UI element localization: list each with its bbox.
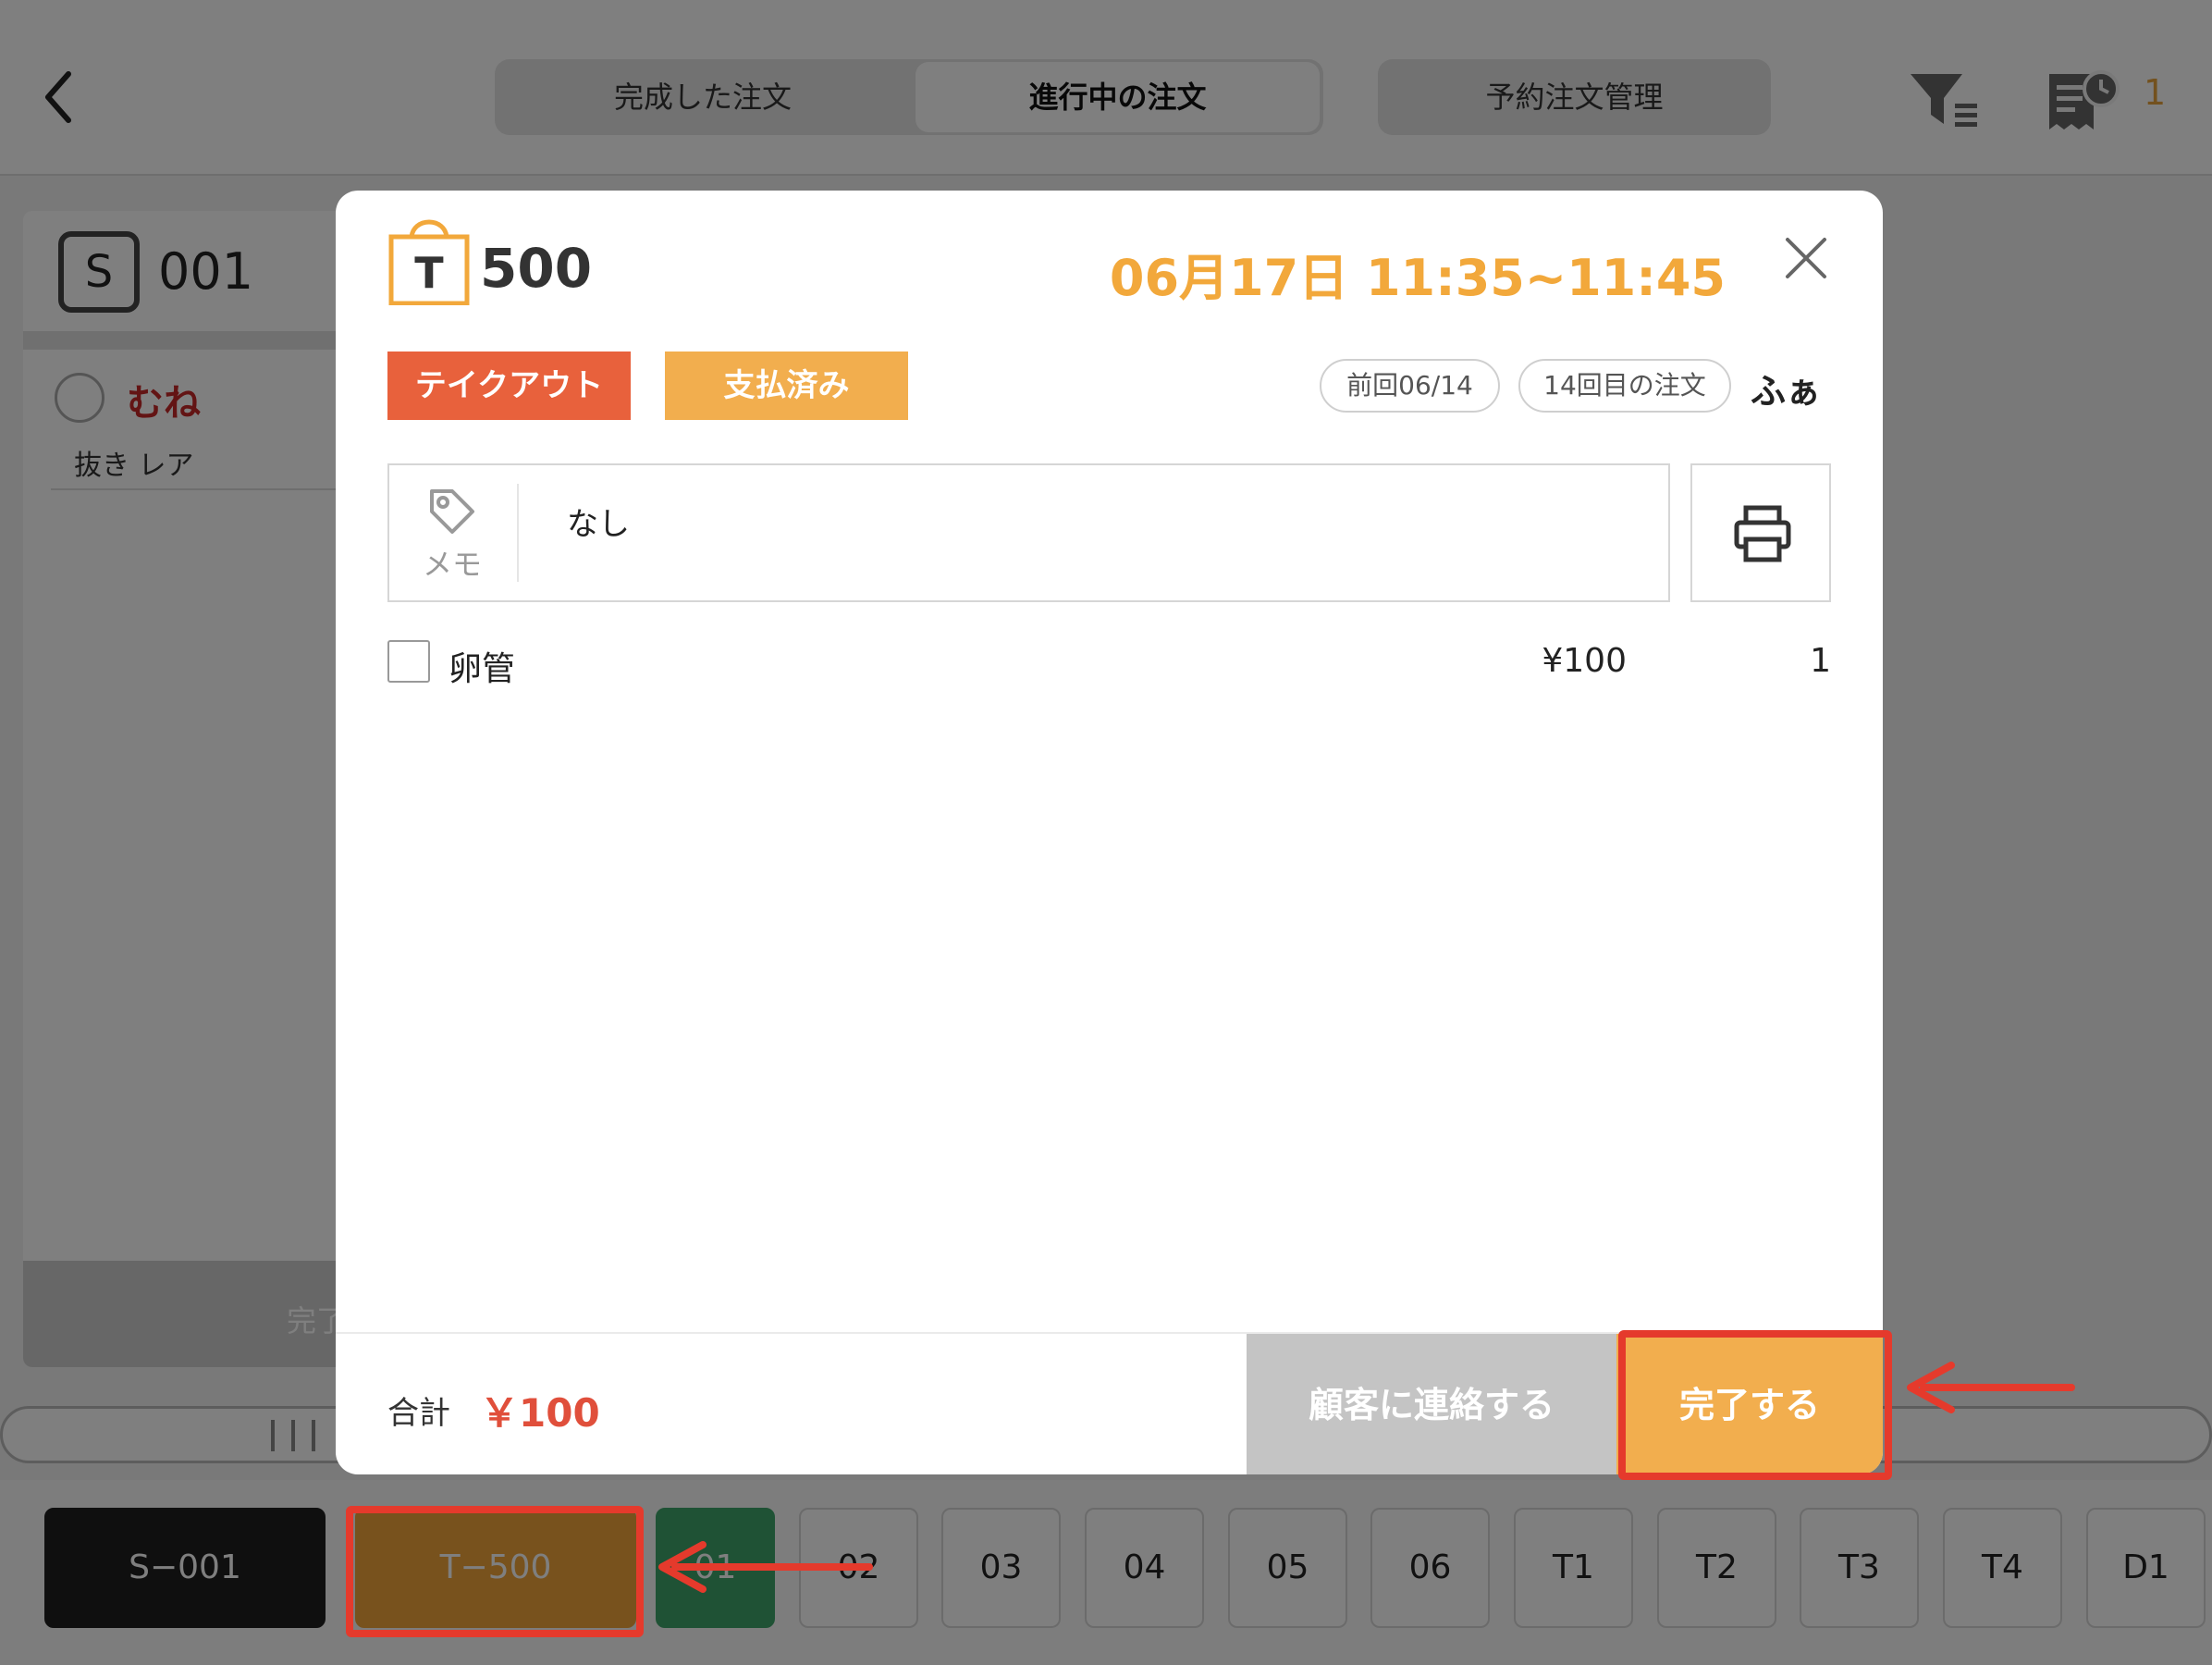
- total-label: 合計: [387, 1395, 450, 1432]
- takeout-bag-icon: T: [387, 209, 471, 306]
- print-button[interactable]: [1690, 463, 1831, 602]
- close-button[interactable]: [1783, 235, 1829, 281]
- customer-name: ふぁ: [1751, 371, 1822, 412]
- close-icon: [1786, 238, 1826, 278]
- paid-badge: 支払済み: [665, 352, 908, 420]
- item-name: 卵管: [449, 650, 516, 688]
- item-quantity: 1: [1810, 642, 1831, 680]
- last-visit-pill: 前回06/14: [1320, 359, 1500, 413]
- bag-letter: T: [414, 248, 444, 298]
- pickup-time-range: 06月17日 11:35~11:45: [1109, 249, 1726, 307]
- arrow-left-icon: [1907, 1362, 2075, 1413]
- highlight-complete-button: [1618, 1330, 1892, 1480]
- order-item-row: 卵管 ¥100 1: [387, 635, 1831, 690]
- item-checkbox[interactable]: [387, 640, 430, 683]
- tag-icon: [430, 489, 474, 534]
- memo-label-area: メモ: [389, 484, 519, 582]
- printer-icon: [1734, 505, 1791, 562]
- highlight-t500-tile: [346, 1506, 644, 1637]
- total-amount: ￥100: [480, 1390, 600, 1436]
- order-number: 500: [480, 237, 593, 300]
- order-count-pill: 14回目の注文: [1518, 359, 1731, 413]
- item-price: ¥100: [1542, 642, 1627, 680]
- takeout-badge: テイクアウト: [387, 352, 631, 420]
- order-detail-modal: T 500 06月17日 11:35~11:45 テイクアウト 支払済み 前回0…: [336, 191, 1883, 1474]
- arrow-left-icon: [658, 1541, 873, 1593]
- memo-text: なし: [567, 506, 630, 543]
- contact-customer-button[interactable]: 顧客に連絡する: [1247, 1334, 1616, 1474]
- memo-label: メモ: [423, 547, 483, 582]
- memo-box: メモ なし: [387, 463, 1670, 602]
